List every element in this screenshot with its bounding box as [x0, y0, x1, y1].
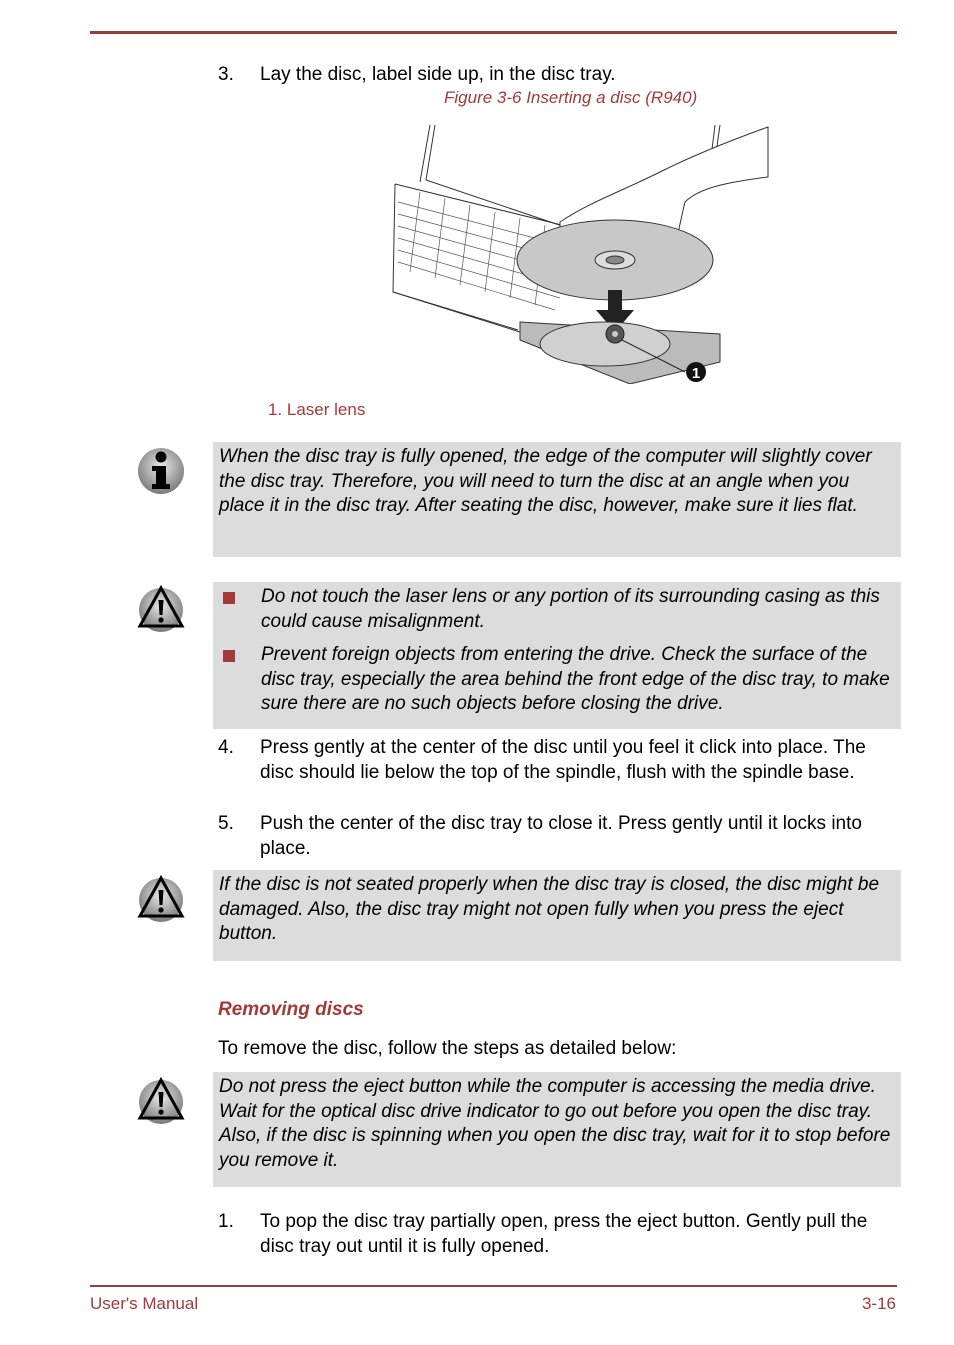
caution-item-text: Prevent foreign objects from entering th…: [261, 644, 890, 714]
step-text: Lay the disc, label side up, in the disc…: [260, 64, 616, 85]
info-icon: [138, 448, 184, 494]
caution-note-3: Do not press the eject button while the …: [213, 1072, 901, 1187]
figure-legend: 1. Laser lens: [268, 400, 366, 419]
step-text: Push the center of the disc tray to clos…: [260, 813, 862, 859]
footer-title: User's Manual: [90, 1294, 199, 1313]
info-note-text: When the disc tray is fully opened, the …: [219, 446, 872, 516]
step-number: 3.: [218, 64, 234, 85]
disc-insertion-illustration: 1: [392, 124, 769, 384]
step-4: 4. Press gently at the center of the dis…: [218, 736, 898, 785]
caution-list: Do not touch the laser lens or any porti…: [219, 585, 895, 717]
caution-note-text: If the disc is not seated properly when …: [219, 874, 880, 944]
step-number: 1.: [218, 1211, 234, 1232]
square-bullet: [223, 592, 235, 604]
header-rule: [90, 31, 897, 34]
page-number: 3-16: [861, 1294, 896, 1313]
caution-item-text: Do not touch the laser lens or any porti…: [261, 586, 880, 632]
callout-1-marker: 1: [686, 362, 706, 382]
caution-note-1: Do not touch the laser lens or any porti…: [213, 582, 901, 729]
caution-note-2: If the disc is not seated properly when …: [213, 870, 901, 961]
step-text: Press gently at the center of the disc u…: [260, 737, 866, 783]
step-number: 5.: [218, 813, 234, 834]
footer-rule: [90, 1285, 897, 1287]
svg-text:1: 1: [692, 365, 700, 382]
step-3: 3. Lay the disc, label side up, in the d…: [218, 63, 898, 88]
info-note: When the disc tray is fully opened, the …: [213, 442, 901, 557]
section-intro: To remove the disc, follow the steps as …: [218, 1038, 677, 1059]
step-number: 4.: [218, 737, 234, 758]
warning-icon: [137, 1076, 185, 1124]
square-bullet: [223, 650, 235, 662]
caution-list-item: Prevent foreign objects from entering th…: [219, 643, 895, 717]
section-heading: Removing discs: [218, 999, 364, 1020]
caution-list-item: Do not touch the laser lens or any porti…: [219, 585, 895, 634]
warning-icon: [137, 584, 185, 632]
caution-note-text: Do not press the eject button while the …: [219, 1076, 891, 1171]
step-remove-1: 1. To pop the disc tray partially open, …: [218, 1210, 898, 1259]
step-text: To pop the disc tray partially open, pre…: [260, 1211, 868, 1257]
step-5: 5. Push the center of the disc tray to c…: [218, 812, 898, 861]
figure-caption: Figure 3-6 Inserting a disc (R940): [444, 88, 698, 107]
warning-icon: [137, 874, 185, 922]
